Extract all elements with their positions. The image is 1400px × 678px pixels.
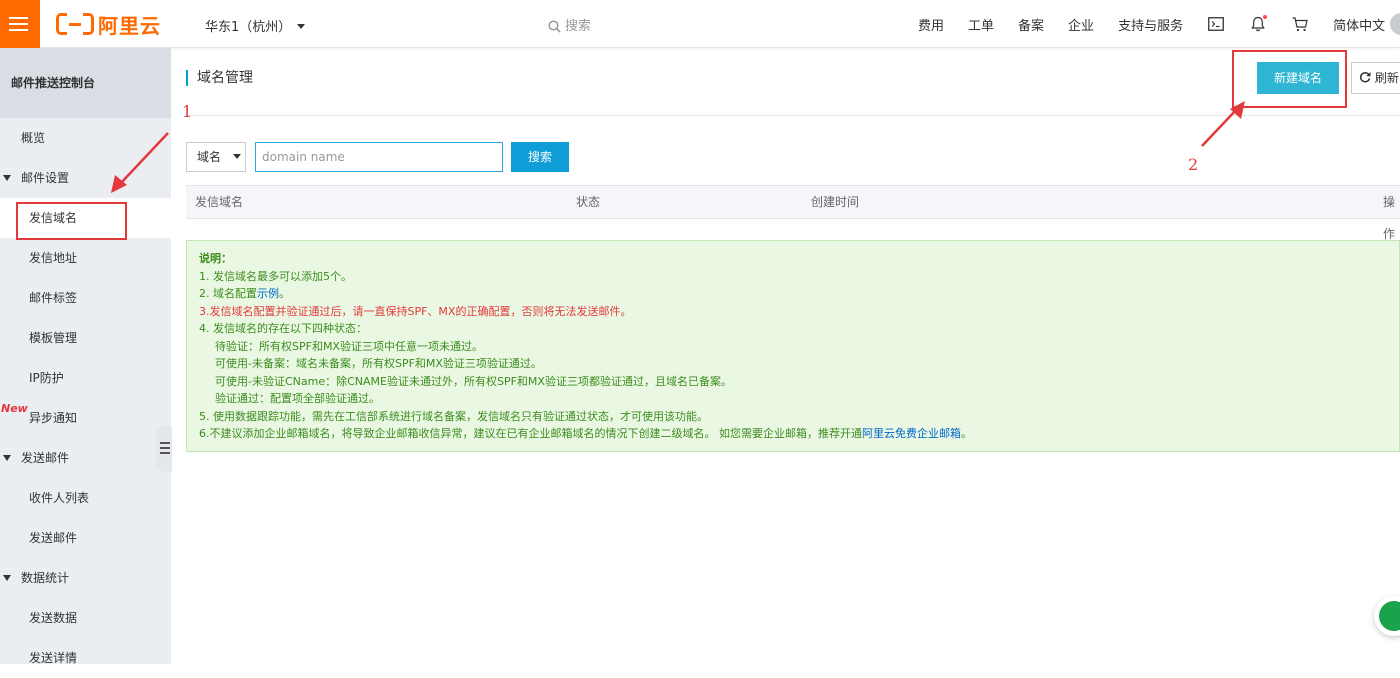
free-enterprise-mail-link[interactable]: 阿里云免费企业邮箱 (862, 427, 961, 440)
top-nav: 费用 工单 备案 企业 支持与服务 简体中文 (918, 0, 1385, 48)
annotation-box-2 (1232, 50, 1347, 108)
example-link[interactable]: 示例 (257, 287, 279, 300)
caret-down-icon (3, 175, 11, 181)
refresh-button[interactable]: 刷新 (1351, 62, 1400, 94)
column-header-status: 状态 (576, 195, 601, 209)
bell-icon[interactable] (1249, 15, 1268, 33)
caret-down-icon (3, 455, 11, 461)
search-placeholder: 搜索 (565, 19, 592, 34)
divider (186, 115, 1400, 116)
sidebar-title: 邮件推送控制台 (0, 48, 171, 118)
sidebar-item-send-mail[interactable]: 发送邮件 (0, 518, 171, 558)
region-label: 华东1（杭州） (205, 20, 292, 35)
top-navbar: 阿里云 华东1（杭州） 搜索 费用 工单 备案 企业 支持与服务 简体中文 (0, 0, 1400, 48)
chevron-down-icon (233, 154, 241, 159)
sidebar-item-recipient-lists[interactable]: 收件人列表 (0, 478, 171, 518)
sidebar-item-send-data[interactable]: 发送数据 (0, 598, 171, 638)
sidebar-group-mail-settings[interactable]: 邮件设置 (0, 158, 171, 198)
domain-search-input[interactable] (255, 142, 503, 172)
terminal-icon[interactable] (1207, 15, 1225, 33)
logo-text: 阿里云 (98, 13, 161, 38)
annotation-label-2: 2 (1188, 155, 1199, 174)
annotation-box-1 (16, 202, 127, 240)
aliyun-logo-icon (56, 13, 94, 35)
filter-select-value: 域名 (197, 150, 222, 164)
notice-line: 2. 域名配置示例。 (199, 287, 290, 300)
menu-icon[interactable] (0, 0, 40, 48)
table-header: 发信域名 状态 创建时间 操作 (186, 185, 1400, 241)
sidebar-item-mail-tags[interactable]: 邮件标签 (0, 278, 171, 318)
new-badge: New (1, 402, 28, 415)
sidebar: 邮件推送控制台 概览 邮件设置 发信域名 发信地址 邮件标签 模板管理 IP防护… (0, 48, 172, 665)
notice-warning: 3.发信域名配置并验证通过后，请一直保持SPF、MX的正确配置，否则将无法发送邮… (199, 304, 632, 318)
nav-icp-filing[interactable]: 备案 (1018, 15, 1044, 34)
column-header-domain: 发信域名 (195, 195, 244, 209)
notification-dot (1263, 15, 1268, 19)
avatar[interactable] (1390, 13, 1400, 35)
sidebar-group-label: 数据统计 (21, 571, 70, 585)
notice-line: 1. 发信域名最多可以添加5个。 (199, 269, 352, 283)
notice-panel: 说明： 1. 发信域名最多可以添加5个。 2. 域名配置示例。 3.发信域名配置… (186, 240, 1400, 452)
language-selector[interactable]: 简体中文 (1333, 15, 1385, 34)
nav-enterprise[interactable]: 企业 (1068, 15, 1094, 34)
notice-line: 5. 使用数据跟踪功能，需先在工信部系统进行域名备案，发信域名只有验证通过状态，… (199, 409, 708, 423)
caret-down-icon (3, 575, 11, 581)
notice-line: 4. 发信域名的存在以下四种状态： (199, 322, 367, 335)
page-title: 域名管理 (186, 70, 253, 86)
refresh-icon (1359, 71, 1371, 83)
region-selector[interactable]: 华东1（杭州） (205, 16, 306, 35)
column-header-created: 创建时间 (811, 195, 860, 209)
notice-status: 可使用-未备案：域名未备案，所有权SPF和MX验证三项验证通过。 (215, 357, 542, 370)
sidebar-collapse-icon[interactable] (156, 426, 172, 472)
sidebar-group-label: 发送邮件 (21, 451, 70, 465)
sidebar-item-send-details[interactable]: 发送详情 (0, 638, 171, 678)
notice-status: 验证通过：配置项全部验证通过。 (215, 392, 380, 405)
sidebar-item-templates[interactable]: 模板管理 (0, 318, 171, 358)
notice-status: 可使用-未验证CName：除CNAME验证未通过外，所有权SPF和MX验证三项都… (215, 374, 732, 388)
notice-line: 6.不建议添加企业邮箱域名，将导致企业邮箱收信异常，建议在已有企业邮箱域名的情况… (199, 427, 972, 440)
filter-select[interactable]: 域名 (186, 142, 246, 172)
aliyun-logo[interactable]: 阿里云 (56, 11, 161, 38)
nav-tickets[interactable]: 工单 (968, 15, 994, 34)
cart-icon[interactable] (1291, 15, 1309, 33)
nav-billing[interactable]: 费用 (918, 15, 944, 34)
search-icon (548, 20, 561, 33)
sidebar-group-send-mail[interactable]: 发送邮件 (0, 438, 171, 478)
chevron-down-icon (297, 24, 306, 29)
global-search[interactable]: 搜索 (548, 15, 591, 34)
nav-support[interactable]: 支持与服务 (1118, 15, 1183, 34)
search-button[interactable]: 搜索 (511, 142, 569, 172)
sidebar-item-ip-protection[interactable]: IP防护 (0, 358, 171, 398)
annotation-label-1: 1 (182, 102, 193, 121)
main-content: 域名管理 新建域名 刷新 域名 搜索 发信域名 状态 创建时间 操作 说明： 1… (171, 48, 1400, 664)
notice-status: 待验证：所有权SPF和MX验证三项中任意一项未通过。 (215, 339, 483, 353)
sidebar-item-overview[interactable]: 概览 (0, 118, 171, 158)
sidebar-group-statistics[interactable]: 数据统计 (0, 558, 171, 598)
sidebar-group-label: 邮件设置 (21, 171, 70, 185)
refresh-label: 刷新 (1374, 71, 1399, 85)
sidebar-item-sender-addresses[interactable]: 发信地址 (0, 238, 171, 278)
notice-title: 说明： (199, 252, 232, 265)
